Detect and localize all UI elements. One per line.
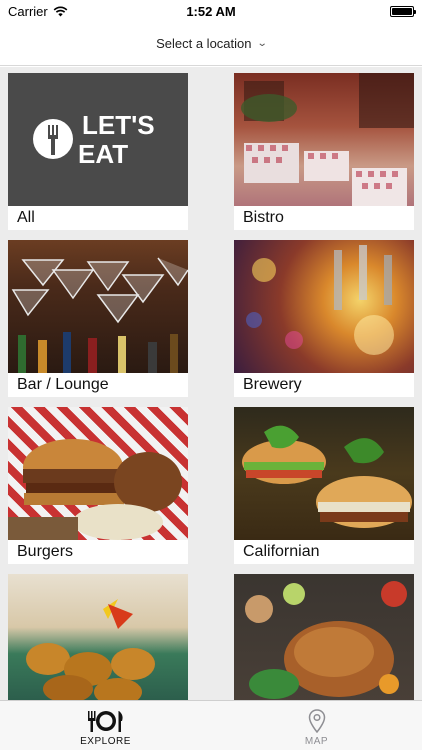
fried-food-photo	[8, 574, 188, 700]
tab-explore[interactable]: EXPLORE	[0, 701, 211, 750]
tab-label: MAP	[304, 736, 329, 747]
burgers-photo	[8, 407, 188, 540]
location-label: Select a location	[156, 36, 252, 51]
category-label: Bar / Lounge	[17, 376, 109, 393]
tab-label: EXPLORE	[80, 736, 131, 747]
chevron-down-icon: ⌄	[256, 38, 268, 49]
tab-map[interactable]: MAP	[211, 701, 422, 750]
battery-level	[392, 7, 412, 15]
category-card-brewery[interactable]: Brewery	[234, 240, 414, 397]
location-selector[interactable]: Select a location ⌄	[0, 22, 422, 66]
roast-chicken-photo	[234, 574, 414, 700]
category-card-8[interactable]	[234, 574, 414, 700]
category-card-bistro[interactable]: Bistro	[234, 73, 414, 230]
category-card-7[interactable]	[8, 574, 188, 700]
bistro-photo	[234, 73, 414, 206]
plate-cutlery-icon	[87, 711, 123, 732]
svg-text:EAT: EAT	[78, 139, 128, 169]
status-bar: Carrier 1:52 AM	[0, 0, 422, 22]
tab-bar: EXPLORE MAP	[0, 700, 422, 750]
category-label: Bistro	[243, 209, 284, 226]
brewery-photo	[234, 240, 414, 373]
map-pin-icon	[308, 709, 325, 733]
carrier-label: Carrier	[8, 3, 48, 19]
svg-text:LET'S: LET'S	[82, 110, 155, 140]
californian-photo	[234, 407, 414, 540]
category-label: Californian	[243, 543, 320, 560]
category-card-bar-lounge[interactable]: Bar / Lounge	[8, 240, 188, 397]
category-grid[interactable]: LET'S EAT All Bistro Bar / Lounge Brewer…	[0, 67, 422, 700]
category-label: Brewery	[243, 376, 302, 393]
category-label: Burgers	[17, 543, 74, 560]
category-card-californian[interactable]: Californian	[234, 407, 414, 564]
wifi-icon	[53, 6, 68, 16]
battery-icon	[390, 5, 416, 17]
category-card-all[interactable]: LET'S EAT All	[8, 73, 188, 230]
category-card-burgers[interactable]: Burgers	[8, 407, 188, 564]
category-label: All	[17, 209, 35, 226]
bar-lounge-photo	[8, 240, 188, 373]
lets-eat-logo: LET'S EAT	[8, 73, 188, 206]
